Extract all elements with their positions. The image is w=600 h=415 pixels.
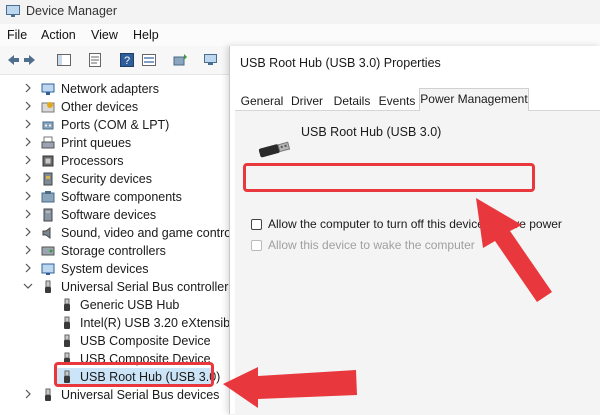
- chevron-right-icon[interactable]: [23, 83, 33, 93]
- chevron-right-icon[interactable]: [23, 173, 33, 183]
- back-arrow-icon[interactable]: [4, 52, 20, 68]
- tree-category-software-devices[interactable]: Software devices: [0, 206, 230, 224]
- tree-category-other-devices[interactable]: Other devices: [0, 98, 230, 116]
- power-management-panel: USB Root Hub (USB 3.0) Allow the compute…: [235, 110, 600, 415]
- chevron-right-icon[interactable]: [23, 389, 33, 399]
- storage-controller-icon: [41, 246, 55, 256]
- tree-device-label: Generic USB Hub: [80, 298, 180, 312]
- tab-strip: General Driver Details Events Power Mana…: [235, 88, 600, 111]
- usb-device-icon: [64, 316, 70, 329]
- forward-arrow-icon[interactable]: [23, 52, 39, 68]
- tree-device-label: Intel(R) USB 3.20 eXtensible Host Contro…: [80, 316, 230, 330]
- scan-hardware-icon[interactable]: [203, 52, 219, 68]
- allow-turn-off-checkbox[interactable]: [251, 219, 262, 230]
- tree-category-label: Security devices: [61, 172, 153, 186]
- tree-category-network-adapters[interactable]: Network adapters: [0, 80, 230, 98]
- speaker-icon: [42, 227, 51, 239]
- title-bar: Device Manager: [0, 0, 600, 24]
- chevron-right-icon[interactable]: [23, 209, 33, 219]
- tab-details[interactable]: Details: [331, 92, 373, 110]
- menu-help[interactable]: Help: [133, 28, 159, 42]
- tree-category-label: Universal Serial Bus controllers: [61, 280, 230, 294]
- properties-icon[interactable]: [87, 52, 103, 68]
- menu-action[interactable]: Action: [41, 28, 76, 42]
- tree-category-label: Network adapters: [61, 82, 159, 96]
- power-option-highlight: [243, 163, 535, 192]
- toolbar: ?: [0, 46, 230, 75]
- chevron-right-icon[interactable]: [23, 245, 33, 255]
- chevron-right-icon[interactable]: [23, 119, 33, 129]
- tree-category-label: Universal Serial Bus devices: [61, 388, 220, 402]
- tree-category-label: Processors: [61, 154, 124, 168]
- tree-device-item[interactable]: Intel(R) USB 3.20 eXtensible Host Contro…: [0, 314, 230, 332]
- tree-category-label: Sound, video and game controllers: [61, 226, 230, 240]
- tree-category-universal-serial-bus-controllers[interactable]: Universal Serial Bus controllers: [0, 278, 230, 296]
- port-icon: [42, 121, 54, 130]
- tree-category-label: Other devices: [61, 100, 139, 114]
- software-device-icon: [43, 208, 53, 222]
- menu-file[interactable]: File: [7, 28, 27, 42]
- tree-category-processors[interactable]: Processors: [0, 152, 230, 170]
- menu-bar: File Action View Help: [0, 24, 600, 46]
- properties-dialog: USB Root Hub (USB 3.0) Properties USB Ro…: [229, 46, 600, 415]
- tree-device-label: USB Composite Device: [80, 334, 211, 348]
- security-device-icon: [43, 172, 53, 186]
- tree-category-sound-video-and-game-controllers[interactable]: Sound, video and game controllers: [0, 224, 230, 242]
- menu-view[interactable]: View: [91, 28, 118, 42]
- chevron-right-icon[interactable]: [23, 155, 33, 165]
- network-adapter-icon: [41, 83, 55, 95]
- chevron-right-icon[interactable]: [23, 227, 33, 237]
- help-icon[interactable]: ?: [119, 52, 135, 68]
- processor-icon: [42, 155, 54, 167]
- software-component-icon: [41, 191, 55, 203]
- printer-icon: [41, 136, 55, 149]
- tree-device-item[interactable]: USB Composite Device: [0, 332, 230, 350]
- tree-category-label: Ports (COM & LPT): [61, 118, 170, 132]
- tree-category-label: Print queues: [61, 136, 132, 150]
- usb-device-icon: [64, 334, 70, 347]
- tree-category-label: Software components: [61, 190, 182, 204]
- tree-category-label: Software devices: [61, 208, 157, 222]
- device-name: USB Root Hub (USB 3.0): [301, 125, 442, 139]
- tree-device-item[interactable]: Generic USB Hub: [0, 296, 230, 314]
- chevron-right-icon[interactable]: [23, 137, 33, 147]
- usb-icon: [45, 388, 51, 401]
- tree-category-security-devices[interactable]: Security devices: [0, 170, 230, 188]
- chevron-right-icon[interactable]: [23, 101, 33, 111]
- tree-category-system-devices[interactable]: System devices: [0, 260, 230, 278]
- chevron-right-icon[interactable]: [23, 263, 33, 273]
- tree-category-storage-controllers[interactable]: Storage controllers: [0, 242, 230, 260]
- tab-events[interactable]: Events: [377, 92, 417, 110]
- other-devices-icon: [41, 102, 55, 113]
- tree-category-label: System devices: [61, 262, 149, 276]
- dialog-title: USB Root Hub (USB 3.0) Properties: [240, 56, 441, 70]
- tab-general[interactable]: General: [239, 92, 285, 110]
- tree-category-software-components[interactable]: Software components: [0, 188, 230, 206]
- usb-icon: [45, 280, 51, 293]
- svg-text:?: ?: [124, 55, 130, 67]
- tree-category-universal-serial-bus-devices[interactable]: Universal Serial Bus devices: [0, 386, 230, 404]
- usb-device-icon: [64, 298, 70, 311]
- root-hub-highlight: [54, 362, 214, 387]
- chevron-down-icon[interactable]: [23, 281, 33, 291]
- tree-category-label: Storage controllers: [61, 244, 166, 258]
- tab-driver[interactable]: Driver: [287, 92, 327, 110]
- show-hide-tree-icon[interactable]: [56, 52, 72, 68]
- tree-category-print-queues[interactable]: Print queues: [0, 134, 230, 152]
- chevron-right-icon[interactable]: [23, 191, 33, 201]
- system-device-icon: [41, 263, 55, 275]
- allow-turn-off-label[interactable]: Allow the computer to turn off this devi…: [268, 217, 562, 231]
- allow-wake-checkbox: [251, 240, 262, 251]
- window-title: Device Manager: [26, 4, 118, 18]
- update-driver-icon[interactable]: [172, 52, 188, 68]
- allow-wake-label: Allow this device to wake the computer: [268, 238, 475, 252]
- tree-category-ports-com-lpt[interactable]: Ports (COM & LPT): [0, 116, 230, 134]
- tab-power-management[interactable]: Power Management: [419, 88, 529, 111]
- view-details-icon[interactable]: [141, 52, 157, 68]
- usb-connector-icon: [258, 141, 291, 158]
- device-manager-icon: [6, 5, 20, 17]
